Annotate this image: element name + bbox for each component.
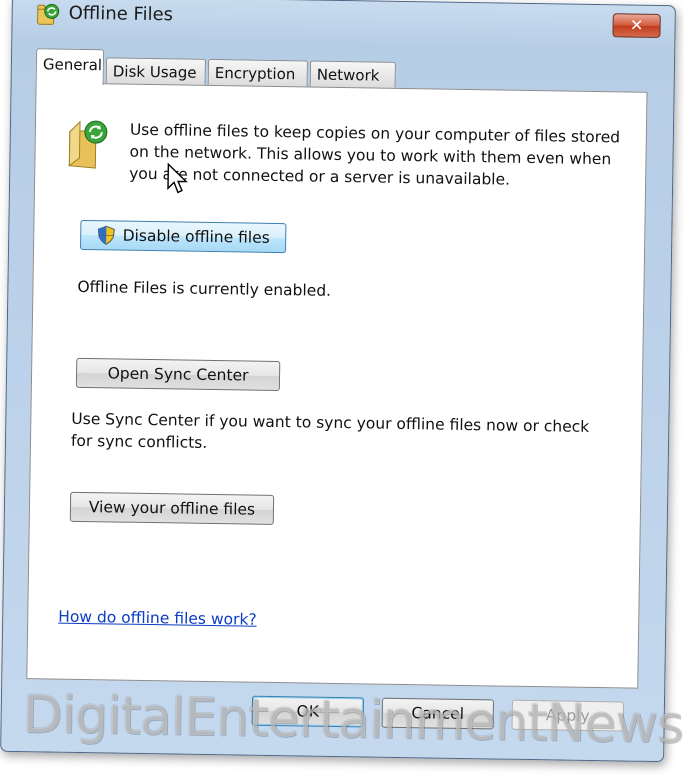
- view-offline-files-label: View your offline files: [88, 498, 256, 519]
- sync-center-description: Use Sync Center if you want to sync your…: [70, 409, 590, 452]
- mouse-cursor-icon: [167, 162, 188, 194]
- view-offline-files-button[interactable]: View your offline files: [69, 491, 275, 525]
- help-link[interactable]: How do offline files work?: [58, 608, 257, 629]
- tab-general-label: General: [42, 55, 103, 75]
- close-button[interactable]: ✕: [612, 13, 661, 38]
- close-icon: ✕: [629, 15, 644, 35]
- disable-offline-files-button[interactable]: Disable offline files: [80, 219, 287, 254]
- tab-disk-usage[interactable]: Disk Usage: [105, 57, 207, 85]
- general-tab-panel: Use offline files to keep copies on your…: [26, 82, 648, 689]
- open-sync-center-button[interactable]: Open Sync Center: [75, 357, 281, 392]
- status-text: Offline Files is currently enabled.: [77, 277, 332, 300]
- offline-files-app-icon: [37, 3, 60, 25]
- tab-strip: General Disk Usage Encryption Network: [35, 48, 397, 88]
- folder-sync-icon: [68, 120, 108, 169]
- offline-files-description: Use offline files to keep copies on your…: [129, 120, 621, 189]
- disable-offline-files-label: Disable offline files: [122, 226, 270, 247]
- tab-encryption[interactable]: Encryption: [207, 58, 309, 87]
- tab-encryption-label: Encryption: [214, 63, 296, 84]
- tab-disk-usage-label: Disk Usage: [112, 62, 197, 82]
- open-sync-center-label: Open Sync Center: [107, 364, 249, 385]
- tab-network[interactable]: Network: [309, 60, 397, 88]
- tab-general[interactable]: General: [35, 48, 105, 86]
- title-bar[interactable]: Offline Files ✕: [12, 0, 674, 42]
- stage: Offline Files ✕ General Disk Usage Encry…: [0, 0, 684, 773]
- watermark: DigitalEntertainmentNews.com: [22, 685, 684, 758]
- window-title: Offline Files: [68, 2, 174, 26]
- offline-files-dialog: Offline Files ✕ General Disk Usage Encry…: [0, 0, 676, 763]
- tab-network-label: Network: [316, 65, 380, 85]
- uac-shield-icon: [97, 225, 115, 245]
